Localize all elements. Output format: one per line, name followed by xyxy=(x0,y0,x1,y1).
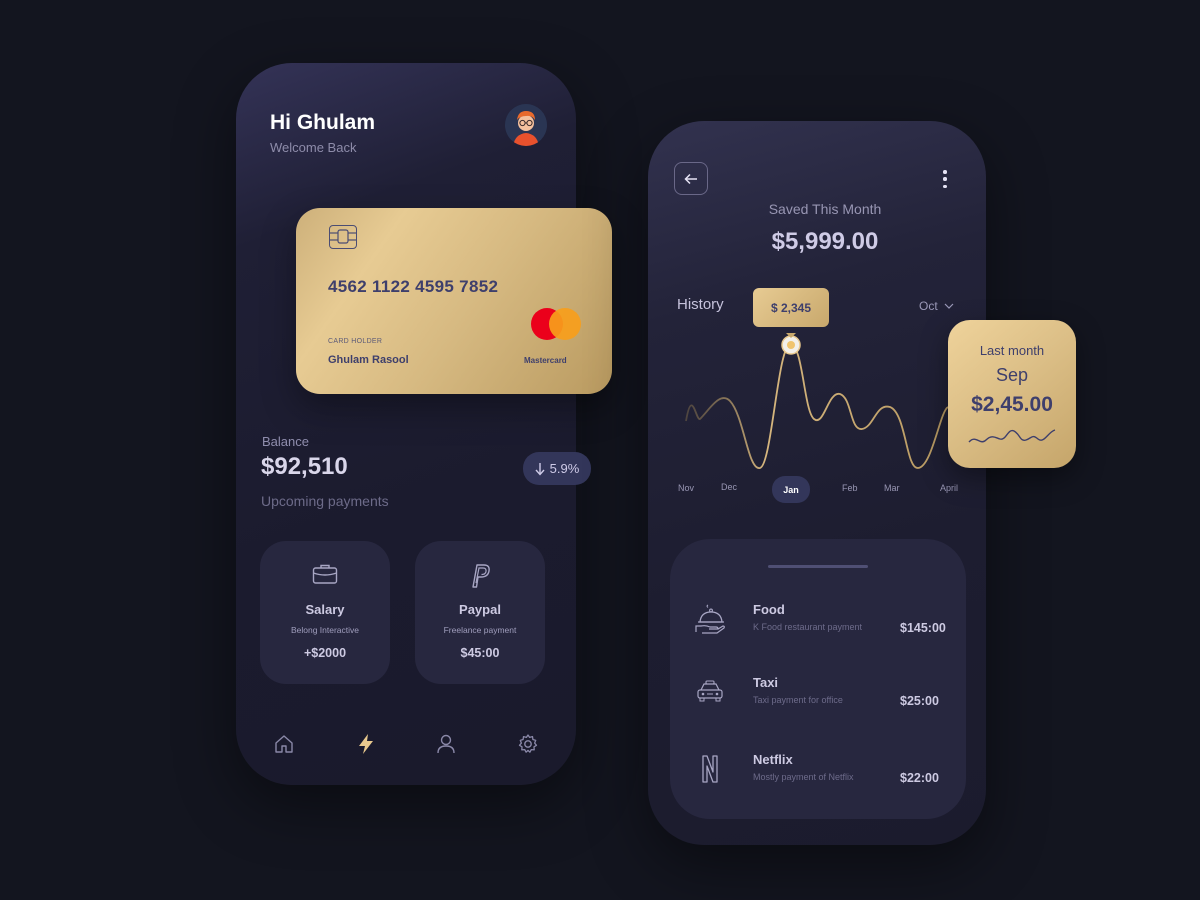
upcoming-payments-label: Upcoming payments xyxy=(261,493,389,509)
lightning-icon[interactable] xyxy=(355,733,377,755)
history-chart xyxy=(685,333,949,476)
transaction-amount: $25:00 xyxy=(900,694,939,708)
mastercard-logo-icon-overlap xyxy=(549,308,581,340)
arrow-left-icon xyxy=(684,173,697,184)
savings-screen: Saved This Month $5,999.00 History $ 2,3… xyxy=(648,121,986,845)
x-axis-label: Feb xyxy=(842,483,858,493)
arrow-down-icon xyxy=(535,462,545,476)
x-axis-label-active[interactable]: Jan xyxy=(772,476,810,503)
transaction-subtitle: K Food restaurant payment xyxy=(753,622,863,632)
welcome-text: Welcome Back xyxy=(270,140,357,155)
payment-amount: $45:00 xyxy=(460,646,500,660)
balance-value: $92,510 xyxy=(261,453,348,480)
history-label: History xyxy=(677,296,724,313)
user-avatar-icon xyxy=(505,104,547,146)
home-icon[interactable] xyxy=(273,733,295,755)
food-icon xyxy=(692,602,728,638)
transaction-amount: $145:00 xyxy=(900,621,946,635)
avatar[interactable] xyxy=(505,104,547,146)
payment-subtitle: Freelance payment xyxy=(443,625,517,635)
card-holder-name: Ghulam Rasool xyxy=(328,354,409,366)
payment-subtitle: Belong Interactive xyxy=(290,625,360,635)
selected-point-tooltip: $ 2,345 xyxy=(753,288,829,327)
card-chip-icon xyxy=(329,225,357,249)
settings-icon[interactable] xyxy=(517,733,539,755)
month-dropdown[interactable]: Oct xyxy=(919,299,954,313)
transaction-subtitle: Mostly payment of Netflix xyxy=(753,772,854,782)
chevron-down-icon xyxy=(944,303,954,309)
last-month-card[interactable]: Last month Sep $2,45.00 xyxy=(948,320,1076,468)
card-holder-label: CARD HOLDER xyxy=(328,338,383,345)
transaction-title: Food xyxy=(753,602,785,617)
transaction-row-netflix[interactable]: Netflix Mostly payment of Netflix $22:00 xyxy=(670,752,966,802)
sheet-drag-handle[interactable] xyxy=(768,565,868,568)
x-axis-label: Dec xyxy=(721,482,738,492)
last-month-name: Sep xyxy=(995,365,1029,385)
payment-title: Salary xyxy=(305,602,345,617)
credit-card[interactable]: 4562 1122 4595 7852 CARD HOLDER Ghulam R… xyxy=(296,208,612,394)
card-network: Mastercard xyxy=(524,356,567,365)
balance-change-badge: 5.9% xyxy=(523,452,591,485)
profile-icon[interactable] xyxy=(435,733,457,755)
payment-tile-salary[interactable]: Salary Belong Interactive +$2000 xyxy=(260,541,390,684)
transaction-subtitle: Taxi payment for office xyxy=(753,695,843,705)
x-axis-label: Nov xyxy=(678,483,695,493)
payment-amount: +$2000 xyxy=(303,646,347,660)
netflix-icon xyxy=(692,752,728,788)
transaction-row-taxi[interactable]: Taxi Taxi payment for office $25:00 xyxy=(670,675,966,725)
back-button[interactable] xyxy=(674,162,708,195)
transaction-row-food[interactable]: Food K Food restaurant payment $145:00 xyxy=(670,602,966,652)
transaction-title: Netflix xyxy=(753,752,793,767)
saved-label: Saved This Month xyxy=(768,201,882,217)
last-month-sparkline xyxy=(968,429,1056,443)
payment-tile-paypal[interactable]: Paypal Freelance payment $45:00 xyxy=(415,541,545,684)
last-month-value: $2,45.00 xyxy=(971,393,1053,416)
balance-label: Balance xyxy=(262,434,309,449)
home-screen: Hi Ghulam Welcome Back Balance $92,510 5… xyxy=(236,63,591,785)
more-menu-icon[interactable] xyxy=(940,170,950,188)
paypal-icon xyxy=(468,563,492,594)
transaction-amount: $22:00 xyxy=(900,771,939,785)
transaction-title: Taxi xyxy=(753,675,779,690)
briefcase-icon xyxy=(312,563,338,590)
payment-title: Paypal xyxy=(459,602,501,617)
x-axis-label: Mar xyxy=(884,483,900,493)
x-axis-label: April xyxy=(940,483,959,493)
balance-change-value: 5.9% xyxy=(549,461,580,476)
transactions-sheet: Food K Food restaurant payment $145:00 T… xyxy=(670,539,966,819)
greeting: Hi Ghulam xyxy=(270,111,376,134)
card-number: 4562 1122 4595 7852 xyxy=(328,277,499,296)
saved-value: $5,999.00 xyxy=(771,228,879,255)
last-month-label: Last month xyxy=(979,343,1045,358)
month-dropdown-value: Oct xyxy=(919,299,938,313)
taxi-icon xyxy=(692,675,728,711)
